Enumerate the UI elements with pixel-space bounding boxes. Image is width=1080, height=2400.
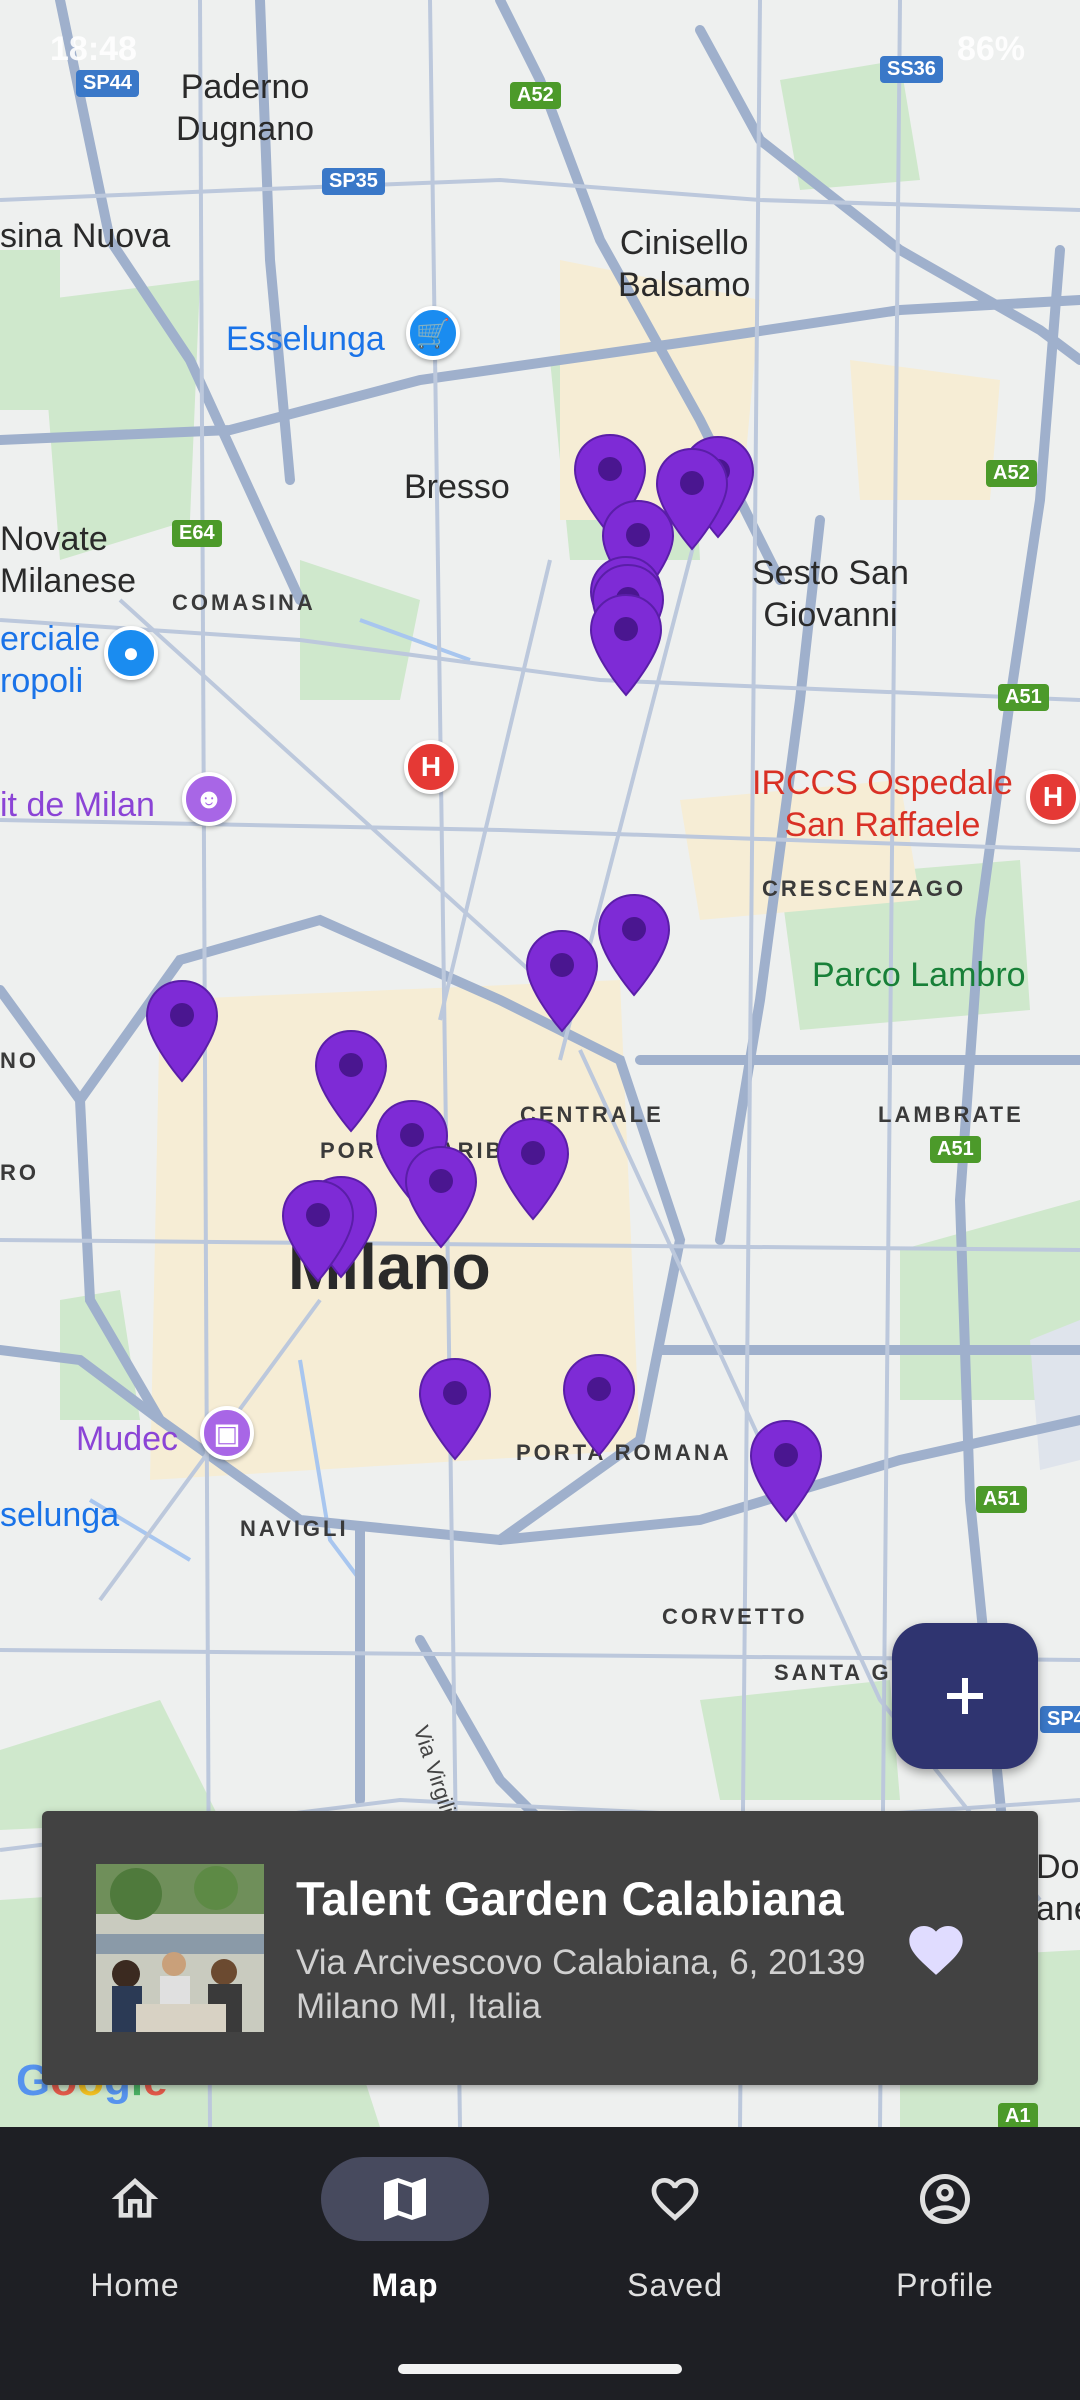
map-label-paderno: Paderno Dugnano xyxy=(176,68,315,148)
map-label-milan-poi: it de Milan xyxy=(0,786,155,824)
road-shield: A51 xyxy=(998,684,1049,711)
shopping-cart-icon[interactable]: 🛒 xyxy=(406,306,460,360)
map-label-crescenzago: CRESCENZAGO xyxy=(762,876,967,901)
add-button[interactable] xyxy=(892,1623,1038,1769)
map-label-merciale: erciale ropoli xyxy=(0,620,101,700)
heart-outline-icon xyxy=(651,2178,699,2221)
road-shield: A1 xyxy=(998,2103,1038,2127)
nav-label-map: Map xyxy=(371,2267,439,2303)
road-shield: A52 xyxy=(986,460,1037,487)
map-label-sina-nuova: sina Nuova xyxy=(0,217,171,255)
location-pin-icon[interactable] xyxy=(144,978,220,1084)
location-pin-icon[interactable] xyxy=(588,592,664,698)
location-pin-icon[interactable] xyxy=(561,1352,637,1458)
map-label-sesto: Sesto San Giovanni xyxy=(752,554,909,634)
location-pin-icon[interactable] xyxy=(495,1116,571,1222)
place-title: Talent Garden Calabiana xyxy=(296,1872,844,1925)
plus-icon xyxy=(947,1678,983,1714)
bottom-navigation: Home Map Saved Profile xyxy=(0,2127,1080,2400)
map-label-esselunga: Esselunga xyxy=(226,320,385,358)
place-thumbnail xyxy=(96,1864,264,2032)
map-icon xyxy=(384,2178,426,2220)
location-pin-icon[interactable] xyxy=(280,1178,356,1284)
heart-filled-icon[interactable] xyxy=(904,1918,968,1982)
account-circle-icon xyxy=(920,2174,970,2224)
nav-item-saved[interactable]: Saved xyxy=(540,2127,810,2347)
place-card[interactable]: Talent Garden Calabiana Via Arcivescovo … xyxy=(42,1811,1038,2085)
map-label-edge: Do ane xyxy=(1036,1848,1080,1928)
map-label-santa-giulia: SANTA GI xyxy=(774,1660,901,1685)
location-pin-icon[interactable] xyxy=(596,892,672,998)
home-icon xyxy=(111,2178,159,2218)
nav-item-map[interactable]: Map xyxy=(270,2127,540,2347)
nav-label-home: Home xyxy=(90,2267,180,2303)
road-shield: A51 xyxy=(976,1486,1027,1513)
hospital-icon[interactable]: H xyxy=(404,740,458,794)
map-label-comasina: COMASINA xyxy=(172,590,316,615)
status-time: 18:48 xyxy=(50,30,137,68)
nav-item-home[interactable]: Home xyxy=(0,2127,270,2347)
map-label-esselunga: selunga xyxy=(0,1496,120,1534)
map-label-corvetto: CORVETTO xyxy=(662,1604,808,1629)
map-label-irccs: IRCCS Ospedale San Raffaele xyxy=(752,764,1013,844)
road-shield: SP44 xyxy=(76,70,139,97)
road-shield: A51 xyxy=(930,1136,981,1163)
map-label-mudec: Mudec xyxy=(76,1420,179,1458)
map-label-novate: Novate Milanese xyxy=(0,520,137,600)
road-shield: SP4 xyxy=(1040,1706,1080,1733)
road-shield: SP35 xyxy=(322,168,385,195)
home-indicator xyxy=(398,2364,682,2374)
location-pin-icon[interactable] xyxy=(403,1144,479,1250)
road-shield: A52 xyxy=(510,82,561,109)
map-label-bresso: Bresso xyxy=(404,468,510,506)
map-view[interactable]: 18:48 86% SP44 A52 SP35 E64 A52 A51 A51 … xyxy=(0,0,1080,2127)
map-label-edge: RO xyxy=(0,1160,39,1185)
map-label-cinisello: Cinisello Balsamo xyxy=(618,224,751,304)
map-label-lambrate: LAMBRATE xyxy=(878,1102,1024,1127)
theater-icon[interactable]: ☻ xyxy=(182,772,236,826)
hospital-icon[interactable]: H xyxy=(1026,770,1080,824)
museum-icon[interactable]: ▣ xyxy=(200,1406,254,1460)
shopping-bag-icon[interactable]: ● xyxy=(104,626,158,680)
status-battery: 86% xyxy=(956,30,1025,68)
location-pin-icon[interactable] xyxy=(524,928,600,1034)
location-pin-icon[interactable] xyxy=(748,1418,824,1524)
map-label-edge: NO xyxy=(0,1048,39,1073)
map-label-navigli: NAVIGLI xyxy=(240,1516,349,1541)
place-address: Via Arcivescovo Calabiana, 6, 20139 Mila… xyxy=(296,1943,866,2026)
location-pin-icon[interactable] xyxy=(417,1356,493,1462)
nav-item-profile[interactable]: Profile xyxy=(810,2127,1080,2347)
road-shield: E64 xyxy=(172,520,222,547)
map-label-parco-lambro: Parco Lambro xyxy=(812,956,1026,994)
road-shield: SS36 xyxy=(880,56,943,83)
nav-label-profile: Profile xyxy=(896,2267,994,2303)
nav-label-saved: Saved xyxy=(627,2267,723,2303)
